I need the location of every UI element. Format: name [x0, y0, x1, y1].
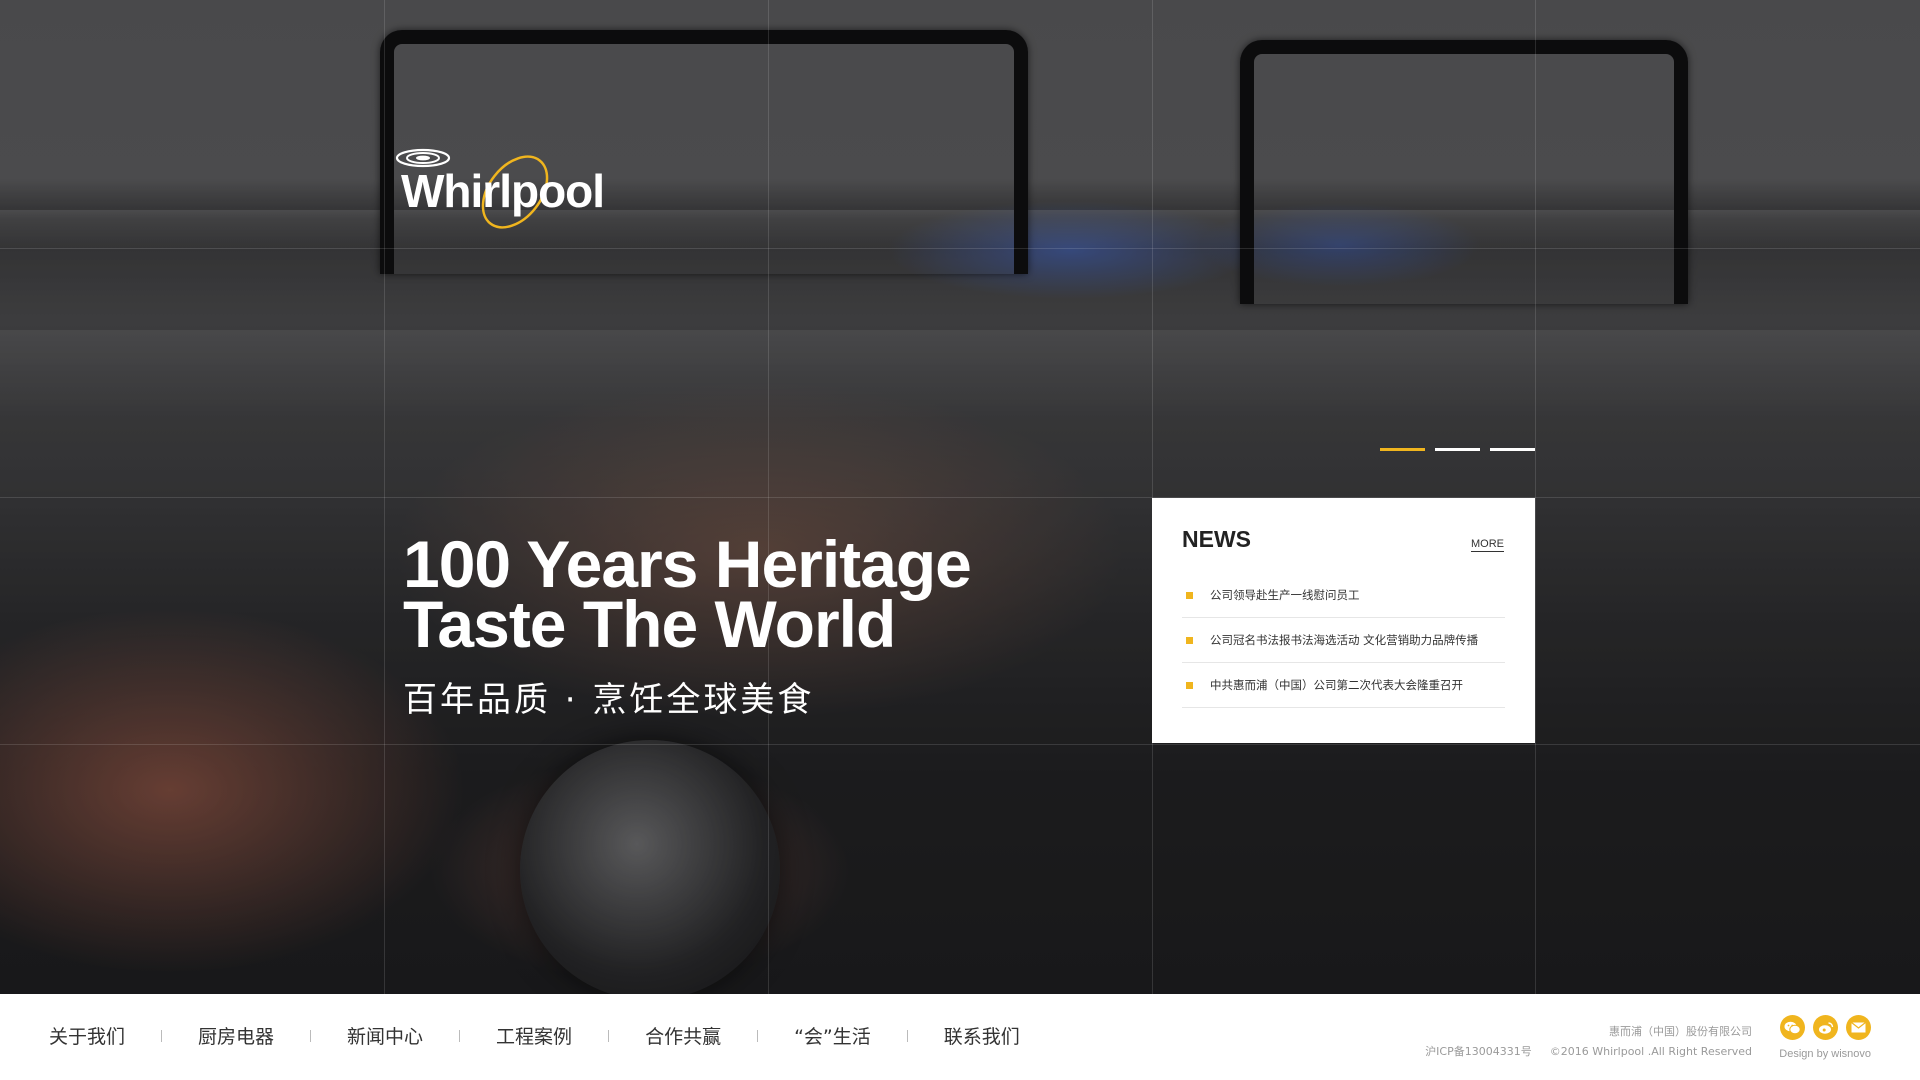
- headline-line-1: 100 Years Heritage: [403, 527, 972, 601]
- news-panel: NEWS MORE 公司领导赴生产一线慰问员工 公司冠名书法报书法海选活动 文化…: [1152, 498, 1535, 743]
- mail-icon[interactable]: [1846, 1015, 1871, 1040]
- bullet-icon: [1186, 591, 1193, 599]
- news-more-link[interactable]: MORE: [1471, 538, 1504, 552]
- social-links: [1780, 1015, 1871, 1040]
- weibo-glyph: [1818, 1021, 1833, 1034]
- nav-divider: [608, 1029, 610, 1042]
- news-item-title: 公司领导赴生产一线慰问员工: [1210, 588, 1360, 602]
- hero-headline: 100 Years Heritage Taste The World 百年品质 …: [403, 527, 972, 721]
- nav-item-kitchen-appliances[interactable]: 厨房电器: [198, 1022, 274, 1049]
- headline-line-2: Taste The World: [403, 587, 896, 661]
- slide-indicator-1[interactable]: [1380, 448, 1425, 451]
- nav-item-life[interactable]: “会”生活: [794, 1022, 871, 1049]
- copyright: ©2016 Whirlpool .All Right Reserved: [1549, 1045, 1752, 1058]
- hero-banner: [0, 0, 1920, 994]
- news-item[interactable]: 公司领导赴生产一线慰问员工: [1182, 573, 1505, 618]
- mail-glyph: [1851, 1022, 1866, 1033]
- wechat-glyph: [1784, 1021, 1801, 1034]
- footer-nav: 关于我们 厨房电器 新闻中心 工程案例 合作共赢 “会”生活 联系我们: [49, 1022, 1020, 1049]
- wechat-icon[interactable]: [1780, 1015, 1805, 1040]
- nav-item-contact[interactable]: 联系我们: [944, 1022, 1020, 1049]
- bullet-icon: [1186, 636, 1193, 644]
- slider-indicators: [1380, 448, 1535, 451]
- nav-divider: [310, 1029, 312, 1042]
- nav-item-projects[interactable]: 工程案例: [496, 1022, 572, 1049]
- nav-divider: [161, 1029, 163, 1042]
- icp-number[interactable]: 沪ICP备13004331号: [1425, 1045, 1532, 1058]
- whirlpool-logo[interactable]: Whirlpool: [395, 148, 605, 233]
- news-item-title: 公司冠名书法报书法海选活动 文化营销助力品牌传播: [1210, 633, 1479, 647]
- footer-legal: 沪ICP备13004331号 ©2016 Whirlpool .All Right…: [1407, 1042, 1752, 1062]
- slide-indicator-3[interactable]: [1490, 448, 1535, 451]
- grid-line: [0, 744, 1920, 745]
- footer-info: 惠而浦（中国）股份有限公司 沪ICP备13004331号 ©2016 Whirlp…: [1407, 1022, 1752, 1062]
- headline-subtitle: 百年品质 · 烹饪全球美食: [403, 680, 815, 720]
- logo-wordmark: Whirlpool: [401, 165, 605, 217]
- bullet-icon: [1186, 681, 1193, 689]
- nav-item-news-center[interactable]: 新闻中心: [347, 1022, 423, 1049]
- grid-line: [0, 497, 1920, 498]
- news-list: 公司领导赴生产一线慰问员工 公司冠名书法报书法海选活动 文化营销助力品牌传播 中…: [1182, 573, 1505, 708]
- nav-divider: [459, 1029, 461, 1042]
- weibo-icon[interactable]: [1813, 1015, 1838, 1040]
- company-name: 惠而浦（中国）股份有限公司: [1609, 1025, 1752, 1038]
- news-item-title: 中共惠而浦（中国）公司第二次代表大会隆重召开: [1210, 678, 1463, 692]
- footer: 关于我们 厨房电器 新闻中心 工程案例 合作共赢 “会”生活 联系我们 惠而浦（…: [0, 994, 1920, 1080]
- news-item[interactable]: 公司冠名书法报书法海选活动 文化营销助力品牌传播: [1182, 618, 1505, 663]
- nav-divider: [757, 1029, 759, 1042]
- slide-indicator-2[interactable]: [1435, 448, 1480, 451]
- design-credit[interactable]: Design by wisnovo: [1779, 1048, 1871, 1060]
- nav-item-partnership[interactable]: 合作共赢: [645, 1022, 721, 1049]
- nav-item-about[interactable]: 关于我们: [49, 1022, 125, 1049]
- news-title: NEWS: [1182, 526, 1251, 552]
- nav-divider: [906, 1029, 908, 1042]
- grid-line: [0, 248, 1920, 249]
- news-item[interactable]: 中共惠而浦（中国）公司第二次代表大会隆重召开: [1182, 663, 1505, 708]
